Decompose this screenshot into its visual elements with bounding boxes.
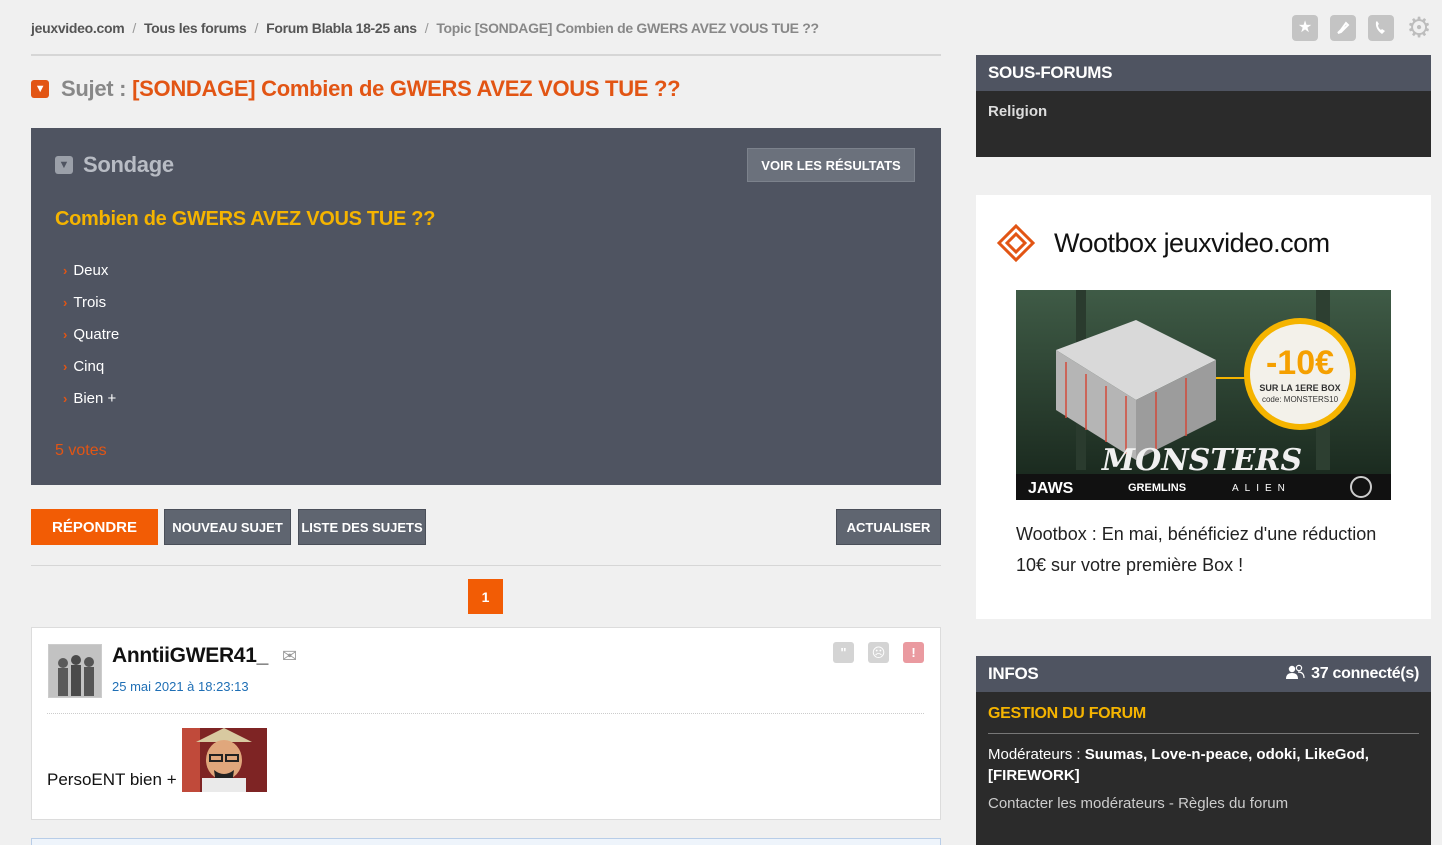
topic-actions: RÉPONDRE NOUVEAU SUJET LISTE DES SUJETS … [31, 509, 941, 566]
poll-question: Combien de GWERS AVEZ VOUS TUE ?? [55, 208, 436, 230]
users-icon [1285, 664, 1305, 685]
post-body: PersoENT bien + [47, 728, 267, 792]
breadcrumb-forum[interactable]: Forum Blabla 18-25 ans [266, 20, 417, 36]
subforums-title: SOUS-FORUMS [976, 55, 1431, 91]
avatar[interactable] [48, 644, 102, 698]
collapse-icon[interactable]: ▼ [31, 80, 49, 98]
chevron-right-icon: › [63, 359, 68, 374]
poll-option-label: Trois [73, 294, 107, 311]
divider [47, 713, 924, 714]
banner-brand-jaws: JAWS [1028, 480, 1074, 497]
author-name[interactable]: AnntiiGWER41_ [112, 644, 268, 668]
sad-face-icon[interactable]: ☹ [868, 642, 889, 663]
poll-header: ▼ Sondage [55, 152, 174, 178]
wootbox-logo [996, 223, 1036, 263]
infos-header: INFOS 37 connecté(s) [976, 656, 1431, 692]
breadcrumb-home[interactable]: jeuxvideo.com [31, 20, 125, 36]
poll-collapse-icon[interactable]: ▼ [55, 156, 73, 174]
subforums-panel: SOUS-FORUMS Religion [976, 55, 1431, 157]
forum-management-title: GESTION DU FORUM [988, 705, 1419, 734]
breadcrumb-separator: / [254, 20, 259, 36]
breadcrumb-all-forums[interactable]: Tous les forums [144, 20, 247, 36]
poll-option-label: Bien + [73, 390, 117, 407]
wootbox-description: Wootbox : En mai, bénéficiez d'une réduc… [1016, 524, 1377, 575]
phone-icon[interactable] [1368, 15, 1394, 41]
bookmark-icon[interactable] [1330, 15, 1356, 41]
poll-option[interactable]: › Cinq [63, 358, 119, 390]
banner-promo: -10€ [1266, 344, 1334, 382]
wootbox-header: Wootbox jeuxvideo.com [996, 223, 1330, 263]
post-actions: " ☹ ! [833, 642, 924, 663]
poll-option-label: Cinq [73, 358, 105, 375]
moderators: Modérateurs : Suumas, Love-n-peace, odok… [988, 744, 1419, 786]
banner-headline: MONSTERS [1101, 443, 1302, 478]
subforum-link-religion[interactable]: Religion [976, 91, 1431, 132]
post-author-row: AnntiiGWER41_ ✉ [112, 644, 297, 668]
forum-rules-link[interactable]: Règles du forum [1178, 795, 1288, 812]
page-1-button[interactable]: 1 [468, 579, 503, 614]
breadcrumb-separator: / [424, 20, 429, 36]
wootbox-banner[interactable]: -10€ SUR LA 1ERE BOX code: MONSTERS10 MO… [1016, 290, 1391, 500]
mail-icon[interactable]: ✉ [282, 646, 297, 667]
report-icon[interactable]: ! [903, 642, 924, 663]
breadcrumb: jeuxvideo.com / Tous les forums / Forum … [31, 18, 941, 56]
moderators-label: Modérateurs : [988, 746, 1081, 763]
topic-title-text: [SONDAGE] Combien de GWERS AVEZ VOUS TUE… [132, 76, 681, 101]
view-results-button[interactable]: VOIR LES RÉSULTATS [747, 148, 915, 182]
new-topic-button[interactable]: NOUVEAU SUJET [164, 509, 291, 545]
link-separator: - [1164, 795, 1179, 812]
banner-brand-alien: ALIEN [1232, 483, 1291, 494]
banner-promo-sub: SUR LA 1ERE BOX [1259, 383, 1340, 393]
wootbox-ad: Wootbox jeuxvideo.com -10€ SUR LA 1ERE B… [976, 195, 1431, 619]
topic-list-button[interactable]: LISTE DES SUJETS [298, 509, 426, 545]
moderator-links: Contacter les modérateurs - Règles du fo… [988, 795, 1419, 812]
sticker-image [181, 728, 267, 792]
infos-title: INFOS [988, 664, 1039, 683]
poll-vote-count: 5 votes [55, 442, 107, 459]
poll-option[interactable]: › Deux [63, 262, 119, 294]
wootbox-title[interactable]: Wootbox jeuxvideo.com [1054, 228, 1330, 259]
poll-option[interactable]: › Trois [63, 294, 119, 326]
poll-options: › Deux › Trois › Quatre › Cinq › Bien + [63, 262, 119, 422]
poll-title: Sondage [83, 152, 174, 177]
connected-label: 37 connecté(s) [1311, 665, 1419, 682]
chevron-right-icon: › [63, 295, 68, 310]
poll-option[interactable]: › Bien + [63, 390, 119, 422]
breadcrumb-current-topic: Topic [SONDAGE] Combien de GWERS AVEZ VO… [436, 20, 819, 36]
quote-icon[interactable]: " [833, 642, 854, 663]
post-text: PersoENT bien + [47, 770, 177, 789]
topic-title: ▼ Sujet : [SONDAGE] Combien de GWERS AVE… [31, 74, 681, 104]
breadcrumb-separator: / [132, 20, 136, 36]
gear-icon[interactable]: ⚙ [1406, 14, 1432, 42]
poll-option-label: Quatre [73, 326, 120, 343]
banner-code: code: MONSTERS10 [1262, 395, 1339, 404]
infos-panel: INFOS 37 connecté(s) GESTION DU FORUM Mo… [976, 656, 1431, 845]
poll-panel: ▼ Sondage VOIR LES RÉSULTATS Combien de … [31, 128, 941, 485]
poll-option-label: Deux [73, 262, 109, 279]
banner-brand-gremlins: GREMLINS [1128, 482, 1186, 494]
poll-option[interactable]: › Quatre [63, 326, 119, 358]
top-toolbar: ★ ⚙ [1292, 14, 1432, 42]
next-post-edge [31, 838, 941, 845]
chevron-right-icon: › [63, 391, 68, 406]
chevron-right-icon: › [63, 327, 68, 342]
topic-label: Sujet : [61, 76, 127, 101]
star-icon[interactable]: ★ [1292, 15, 1318, 41]
chevron-right-icon: › [63, 263, 68, 278]
post: AnntiiGWER41_ ✉ 25 mai 2021 à 18:23:13 "… [31, 627, 941, 820]
post-date[interactable]: 25 mai 2021 à 18:23:13 [112, 679, 249, 694]
contact-moderators-link[interactable]: Contacter les modérateurs [988, 795, 1165, 812]
refresh-button[interactable]: ACTUALISER [836, 509, 941, 545]
reply-button[interactable]: RÉPONDRE [31, 509, 158, 545]
connected-count[interactable]: 37 connecté(s) [1285, 664, 1419, 685]
